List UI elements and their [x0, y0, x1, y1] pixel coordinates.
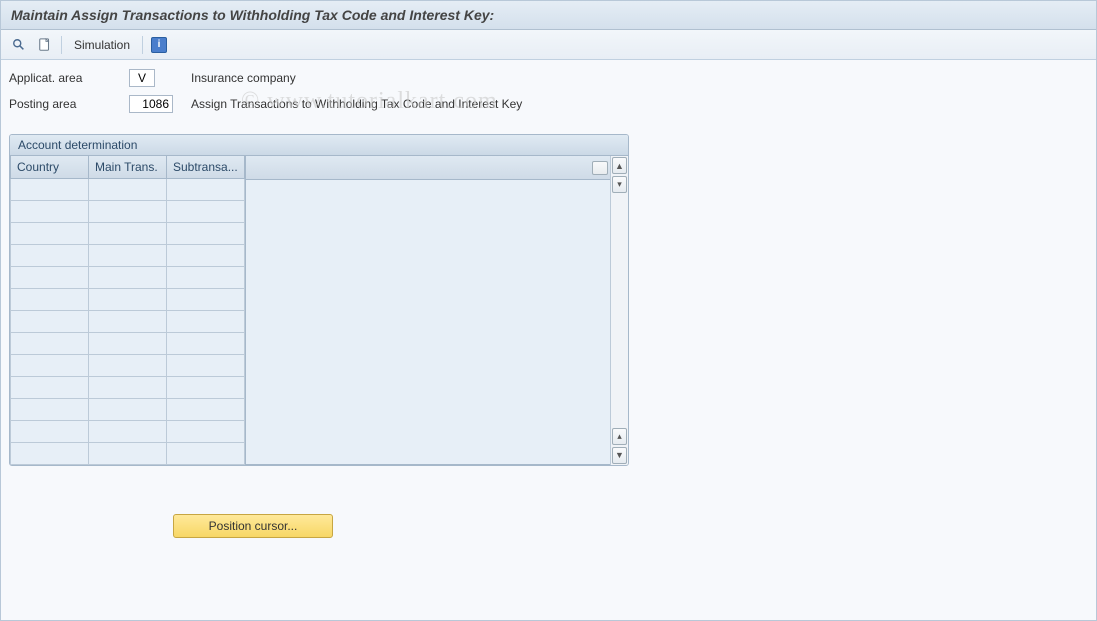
page-title: Maintain Assign Transactions to Withhold…: [1, 1, 1096, 30]
table-cell[interactable]: [11, 420, 89, 442]
table-cell[interactable]: [167, 222, 245, 244]
table-cell[interactable]: [89, 332, 167, 354]
table-row[interactable]: [11, 442, 245, 464]
table-cell[interactable]: [11, 332, 89, 354]
applicat-area-row: Applicat. area Insurance company: [9, 66, 1088, 90]
table-cell[interactable]: [11, 222, 89, 244]
page-title-text: Maintain Assign Transactions to Withhold…: [11, 7, 494, 23]
table-cell[interactable]: [11, 398, 89, 420]
table-cell[interactable]: [11, 266, 89, 288]
table-row[interactable]: [11, 222, 245, 244]
table-cell[interactable]: [167, 244, 245, 266]
applicat-area-input-wrap: Insurance company: [129, 69, 296, 87]
posting-area-row: Posting area Assign Transactions to With…: [9, 92, 1088, 116]
simulation-button[interactable]: Simulation: [68, 36, 136, 54]
table-row[interactable]: [11, 178, 245, 200]
table-cell[interactable]: [89, 310, 167, 332]
toolbar-separator: [142, 36, 143, 54]
table-cell[interactable]: [89, 442, 167, 464]
table-cell[interactable]: [89, 398, 167, 420]
table-cell[interactable]: [11, 244, 89, 266]
position-button-row: Position cursor...: [9, 514, 1088, 538]
applicat-area-value[interactable]: [129, 69, 155, 87]
account-determination-header: Account determination: [10, 135, 628, 156]
table-row[interactable]: [11, 266, 245, 288]
table-cell[interactable]: [167, 354, 245, 376]
account-table: Country Main Trans. Subtransa...: [10, 156, 245, 465]
table-cell[interactable]: [89, 376, 167, 398]
toolbar: Simulation i: [1, 30, 1096, 60]
details-icon-button[interactable]: [9, 35, 29, 55]
table-cell[interactable]: [167, 332, 245, 354]
applicat-area-label: Applicat. area: [9, 71, 129, 85]
posting-area-input-wrap: Assign Transactions to Withholding Tax C…: [129, 95, 522, 113]
grid-blank-area: [246, 156, 610, 465]
table-row[interactable]: [11, 288, 245, 310]
table-cell[interactable]: [167, 288, 245, 310]
table-cell[interactable]: [89, 266, 167, 288]
table-cell[interactable]: [167, 376, 245, 398]
table-row[interactable]: [11, 376, 245, 398]
scroll-line-up-icon[interactable]: ▲: [612, 157, 627, 174]
table-row[interactable]: [11, 354, 245, 376]
table-cell[interactable]: [167, 266, 245, 288]
info-icon: i: [151, 37, 167, 53]
table-cell[interactable]: [89, 222, 167, 244]
toolbar-separator: [61, 36, 62, 54]
table-cell[interactable]: [11, 442, 89, 464]
table-cell[interactable]: [11, 288, 89, 310]
table-cell[interactable]: [167, 420, 245, 442]
table-cell[interactable]: [167, 310, 245, 332]
vertical-scrollbar[interactable]: ▲ ▾ ▴ ▼: [610, 156, 628, 465]
table-cell[interactable]: [11, 200, 89, 222]
table-cell[interactable]: [167, 398, 245, 420]
table-cell[interactable]: [89, 420, 167, 442]
table-cell[interactable]: [11, 178, 89, 200]
posting-area-desc: Assign Transactions to Withholding Tax C…: [191, 97, 522, 111]
col-country[interactable]: Country: [11, 156, 89, 178]
table-row[interactable]: [11, 200, 245, 222]
posting-area-label: Posting area: [9, 97, 129, 111]
grid-header-spacer: [246, 156, 610, 180]
table-cell[interactable]: [89, 244, 167, 266]
position-cursor-button[interactable]: Position cursor...: [173, 514, 333, 538]
table-row[interactable]: [11, 420, 245, 442]
table-cell[interactable]: [167, 200, 245, 222]
account-determination-panel: Account determination Country Main Trans…: [9, 134, 629, 466]
table-cell[interactable]: [89, 200, 167, 222]
table-cell[interactable]: [11, 354, 89, 376]
column-config-icon[interactable]: [592, 161, 608, 175]
new-page-icon: [38, 38, 52, 52]
account-grid: Country Main Trans. Subtransa...: [10, 156, 246, 465]
grid-wrap: Country Main Trans. Subtransa... ▲ ▾: [10, 156, 628, 465]
table-cell[interactable]: [167, 442, 245, 464]
col-main-trans[interactable]: Main Trans.: [89, 156, 167, 178]
table-cell[interactable]: [11, 310, 89, 332]
content-area: © www.tutorialkart.com Applicat. area In…: [1, 60, 1096, 544]
table-row[interactable]: [11, 398, 245, 420]
table-cell[interactable]: [89, 288, 167, 310]
info-icon-button[interactable]: i: [149, 35, 169, 55]
create-icon-button[interactable]: [35, 35, 55, 55]
table-cell[interactable]: [167, 178, 245, 200]
table-cell[interactable]: [11, 376, 89, 398]
applicat-area-desc: Insurance company: [191, 71, 296, 85]
table-cell[interactable]: [89, 354, 167, 376]
table-row[interactable]: [11, 332, 245, 354]
table-header-row: Country Main Trans. Subtransa...: [11, 156, 245, 178]
table-row[interactable]: [11, 244, 245, 266]
table-row[interactable]: [11, 310, 245, 332]
col-subtrans[interactable]: Subtransa...: [167, 156, 245, 178]
scroll-page-up-icon[interactable]: ▾: [612, 176, 627, 193]
scroll-page-down-icon[interactable]: ▴: [612, 428, 627, 445]
scroll-line-down-icon[interactable]: ▼: [612, 447, 627, 464]
table-cell[interactable]: [89, 178, 167, 200]
posting-area-value[interactable]: [129, 95, 173, 113]
magnifier-icon: [12, 38, 26, 52]
